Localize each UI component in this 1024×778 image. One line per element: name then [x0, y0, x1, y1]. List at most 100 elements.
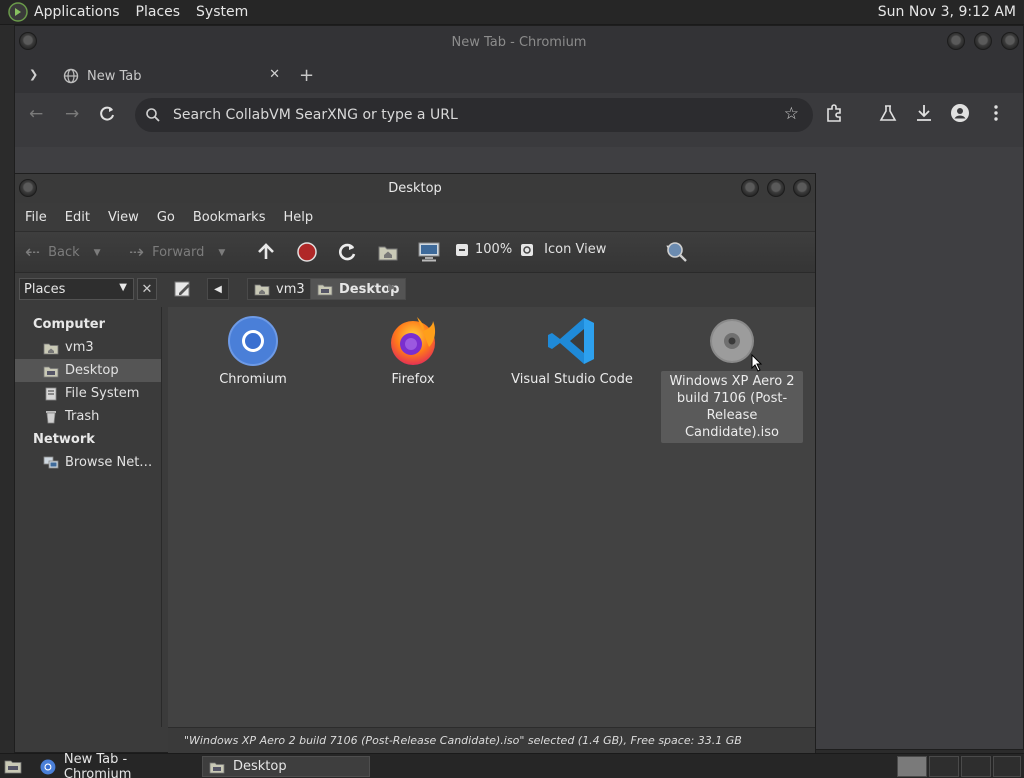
minimize-button[interactable]	[947, 32, 965, 50]
chevron-right-icon[interactable]: ▶	[388, 282, 396, 293]
status-bar: "Windows XP Aero 2 build 7106 (Post-Rele…	[168, 727, 815, 753]
sidebar-item-label: Browse Net…	[65, 455, 153, 470]
workspace-4[interactable]	[993, 756, 1021, 777]
back-history-chevron-icon[interactable]: ▼	[94, 248, 101, 258]
breadcrumb-vm3-label: vm3	[276, 281, 305, 297]
breadcrumb-scroll-left[interactable]: ◀	[207, 278, 229, 300]
reload-icon[interactable]	[97, 104, 117, 124]
bookmark-star-icon[interactable]: ☆	[784, 104, 799, 124]
new-tab-button[interactable]: +	[299, 65, 314, 86]
home-folder-icon	[254, 284, 270, 296]
kebab-menu-icon[interactable]	[985, 102, 1007, 124]
tab-title: New Tab	[87, 68, 142, 84]
window-menu-button[interactable]	[19, 179, 37, 197]
back-arrow-icon[interactable]: ←	[29, 104, 43, 124]
chromium-titlebar[interactable]: New Tab - Chromium	[15, 26, 1023, 59]
workspace-1[interactable]	[897, 756, 927, 777]
breadcrumb-vm3[interactable]: vm3	[247, 278, 312, 300]
reload-icon[interactable]	[336, 241, 358, 263]
sidebar-item-file-system[interactable]: File System	[15, 382, 161, 405]
forward-button[interactable]: ⇢ Forward ▼	[129, 242, 225, 263]
tab-close-icon[interactable]: ✕	[269, 67, 280, 82]
vscode-icon	[548, 318, 594, 364]
file-manager-window: Desktop File Edit View Go Bookmarks Help…	[14, 173, 816, 753]
window-menu-button[interactable]	[19, 32, 37, 50]
clock[interactable]: Sun Nov 3, 9:12 AM	[878, 4, 1016, 20]
applications-menu[interactable]: Applications	[34, 4, 120, 20]
taskbar-item-desktop[interactable]: Desktop	[202, 756, 370, 777]
desktop-item-visual-studio-code[interactable]: Visual Studio Code	[497, 315, 647, 388]
computer-icon[interactable]	[417, 241, 441, 263]
zoom-out-icon[interactable]	[455, 243, 469, 257]
sidebar-item-desktop[interactable]: Desktop	[15, 359, 161, 382]
maximize-button[interactable]	[767, 179, 785, 197]
home-folder-icon[interactable]	[377, 242, 399, 262]
menu-view[interactable]: View	[108, 210, 139, 225]
places-menu[interactable]: Places	[136, 4, 181, 20]
forward-arrow-icon: ⇢	[129, 242, 145, 263]
bottom-taskbar: New Tab - Chromium Desktop	[0, 752, 1024, 778]
tab-search-chevron-icon[interactable]: ❯	[29, 68, 38, 81]
network-icon	[43, 456, 59, 468]
sidebar-header-network: Network	[33, 432, 95, 447]
close-button[interactable]	[1001, 32, 1019, 50]
search-magnifier-icon[interactable]	[665, 240, 689, 264]
omnibox-placeholder: Search CollabVM SearXNG or type a URL	[173, 107, 458, 123]
file-manager-titlebar[interactable]: Desktop	[15, 174, 815, 203]
file-manager-menubar: File Edit View Go Bookmarks Help	[15, 203, 815, 231]
desktop-item-firefox[interactable]: Firefox	[338, 315, 488, 388]
chromium-icon	[228, 316, 278, 366]
forward-history-chevron-icon[interactable]: ▼	[218, 248, 225, 258]
minimize-button[interactable]	[741, 179, 759, 197]
browser-toolbar: ← → Search CollabVM SearXNG or type a UR…	[15, 93, 1023, 137]
close-icon: ✕	[141, 281, 153, 297]
sidebar-item-trash[interactable]: Trash	[15, 405, 161, 428]
menu-edit[interactable]: Edit	[65, 210, 90, 225]
sidebar-item-label: Trash	[65, 409, 100, 424]
menu-bookmarks[interactable]: Bookmarks	[193, 210, 266, 225]
desktop-item-windows-xp-iso[interactable]: Windows XP Aero 2 build 7106 (Post-Relea…	[657, 315, 807, 443]
globe-icon	[63, 68, 79, 84]
desktop-item-chromium[interactable]: Chromium	[178, 315, 328, 388]
desktop-folder-icon	[43, 366, 59, 377]
zoom-level[interactable]: 100%	[475, 242, 512, 257]
omnibox[interactable]: Search CollabVM SearXNG or type a URL ☆	[135, 98, 813, 132]
download-icon[interactable]	[913, 102, 935, 124]
close-sidebar-button[interactable]: ✕	[137, 278, 157, 300]
taskbar-item-label: Desktop	[233, 759, 287, 774]
menu-file[interactable]: File	[25, 210, 47, 225]
back-button[interactable]: ⇠ Back ▼	[25, 242, 101, 263]
tab-new-tab[interactable]: New Tab ✕	[55, 59, 290, 93]
zoom-in-icon[interactable]	[520, 243, 534, 257]
forward-label: Forward	[152, 245, 205, 260]
menu-go[interactable]: Go	[157, 210, 175, 225]
close-button[interactable]	[793, 179, 811, 197]
zoom-control[interactable]: 100% Icon View ▼	[455, 242, 674, 257]
sidebar-type-select[interactable]: Places ▼	[19, 278, 134, 300]
edit-location-icon[interactable]	[173, 279, 193, 299]
chevron-left-icon: ◀	[214, 283, 222, 295]
labs-flask-icon[interactable]	[877, 102, 899, 124]
workspace-2[interactable]	[929, 756, 959, 777]
sidebar-item-vm3[interactable]: vm3	[15, 336, 161, 359]
taskbar-item-chromium[interactable]: New Tab - Chromium	[34, 752, 198, 778]
icon-view[interactable]: Chromium Firefox Visual Studio Code Wind…	[168, 307, 815, 727]
view-mode-select[interactable]: Icon View	[544, 242, 606, 257]
up-parent-icon[interactable]	[255, 241, 277, 263]
profile-avatar-icon[interactable]	[949, 102, 971, 124]
menu-help[interactable]: Help	[283, 210, 313, 225]
sidebar-item-label: File System	[65, 386, 140, 401]
sidebar-item-browse-network[interactable]: Browse Net…	[15, 451, 161, 474]
sidebar-item-label: Desktop	[65, 363, 119, 378]
extensions-icon[interactable]	[823, 102, 845, 124]
mate-logo-icon[interactable]	[8, 2, 28, 22]
sidebar-item-label: vm3	[65, 340, 94, 355]
location-bar: Places ▼ ✕ ◀ vm3 Desktop ▶	[15, 273, 815, 306]
file-manager-toolbar: ⇠ Back ▼ ⇢ Forward ▼ 100% Icon View	[15, 231, 815, 273]
stop-icon[interactable]	[296, 241, 318, 263]
workspace-3[interactable]	[961, 756, 991, 777]
show-desktop-icon[interactable]	[4, 758, 22, 774]
system-menu[interactable]: System	[196, 4, 248, 20]
forward-arrow-icon[interactable]: →	[65, 104, 79, 124]
maximize-button[interactable]	[974, 32, 992, 50]
